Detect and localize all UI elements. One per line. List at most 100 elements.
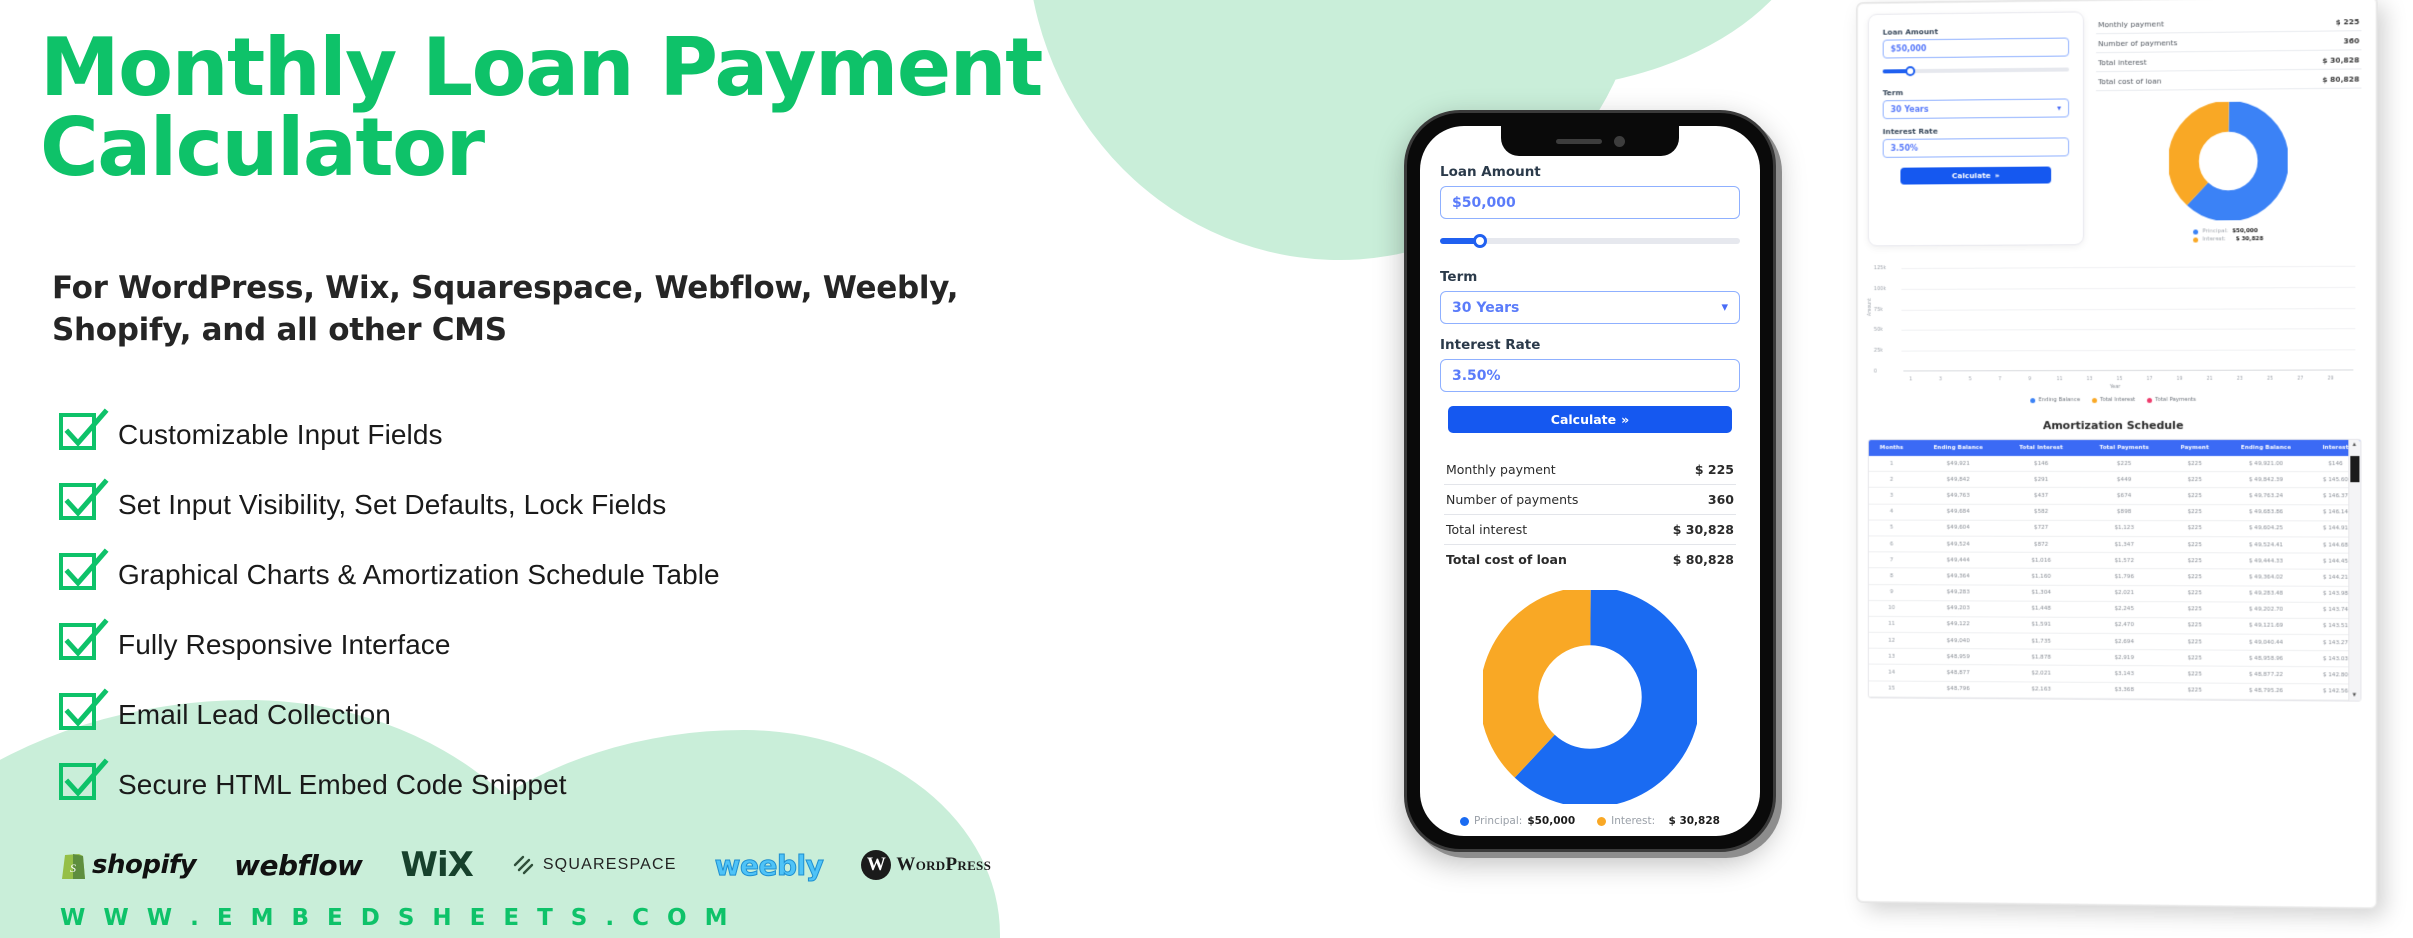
site-url: W W W . E M B E D S H E E T S . C O M: [60, 905, 732, 931]
legend-item-principal: Principal: $50,000: [1460, 815, 1575, 827]
table-cell: $225: [2168, 666, 2221, 683]
donut-chart-svg: [1483, 590, 1697, 804]
bar-chart-xtick-label: [2037, 377, 2052, 382]
slider-knob[interactable]: [1473, 234, 1487, 248]
bar-chart-xtick-label: [2247, 377, 2262, 382]
summary-value: $ 225: [2336, 17, 2360, 26]
loan-breakdown-donut-chart: Principal: $50,000 Interest: $ 30,828: [1440, 590, 1740, 827]
term-selected-value: 30 Years: [1452, 300, 1519, 316]
slider-track[interactable]: [1440, 238, 1740, 244]
calculate-button-label: Calculate: [1551, 412, 1616, 427]
table-cell: $49,364: [1914, 568, 2002, 584]
platform-logo-strip: S shopify webflow WiX SQUARESPACE weebly…: [60, 845, 991, 885]
loan-breakdown-donut-chart: Principal: $50,000 Interest: $ 30,828: [2096, 101, 2361, 245]
bar-chart-xtick-label: [2338, 377, 2353, 382]
table-cell: $225: [2168, 537, 2221, 553]
table-cell: $898: [2080, 504, 2168, 520]
bar-chart-xtick-label: [2127, 377, 2142, 382]
scrollbar-thumb[interactable]: [2350, 456, 2359, 482]
list-item: Email Lead Collection: [58, 680, 1108, 750]
term-select[interactable]: 30 Years ▾: [1883, 98, 2069, 119]
term-select[interactable]: 30 Years ▾: [1440, 291, 1740, 324]
calculate-button-label: Calculate: [1952, 171, 1991, 180]
table-cell: $291: [2002, 472, 2080, 488]
page-title-line-2: Calculator: [40, 101, 484, 194]
table-cell: $2,245: [2080, 601, 2168, 618]
table-cell: $ 49,921.00: [2221, 456, 2310, 472]
table-cell: $48,959: [1914, 649, 2002, 666]
squarespace-logo-label: SQUARESPACE: [543, 856, 677, 874]
table-cell: $1,448: [2002, 601, 2080, 617]
table-cell: $48,877: [1914, 665, 2002, 682]
phone-screen: Loan Amount $50,000 Term 30 Years ▾ Inte…: [1420, 126, 1760, 836]
table-row: Number of payments 360: [1444, 485, 1736, 515]
page-subtitle: For WordPress, Wix, Squarespace, Webflow…: [52, 268, 1122, 352]
calculate-button[interactable]: Calculate »: [1448, 406, 1732, 433]
bar-chart-xtick-label: 17: [2142, 377, 2157, 382]
bar-chart-xtick-label: [1978, 377, 1993, 382]
chevron-down-icon: ▾: [1721, 300, 1728, 315]
table-cell: $ 49,121.69: [2221, 618, 2310, 635]
table-cell: 11: [1869, 616, 1914, 632]
scroll-down-arrow-icon[interactable]: ▼: [2351, 692, 2357, 698]
page-subtitle-line-1: For WordPress, Wix, Squarespace, Webflow…: [52, 270, 958, 306]
table-column-header: Total Payments: [2080, 440, 2168, 456]
table-cell: $2,694: [2080, 633, 2168, 650]
summary-label: Monthly payment: [2098, 19, 2164, 29]
bar-chart-xtick-label: [2157, 377, 2172, 382]
loan-amount-input[interactable]: $50,000: [1883, 38, 2069, 59]
summary-label: Monthly payment: [1446, 462, 1556, 477]
wordpress-logo: W WordPress: [861, 845, 991, 885]
feature-label: Email Lead Collection: [118, 699, 391, 731]
legend-swatch-total-interest: [2092, 398, 2097, 403]
bar-chart-ylabel: Amount: [1868, 298, 1873, 316]
bar-chart-xtick-label: [1918, 377, 1933, 382]
table-cell: $1,123: [2080, 520, 2168, 536]
table-cell: $49,524: [1914, 536, 2002, 552]
checkbox-checked-icon: [58, 692, 104, 738]
table-cell: $2,470: [2080, 617, 2168, 634]
table-cell: $225: [2168, 520, 2221, 536]
hero-content: Monthly Loan Payment Calculator For Word…: [0, 0, 1120, 938]
table-cell: $1,796: [2080, 569, 2168, 585]
legend-label-principal: Principal:: [1474, 815, 1522, 827]
bar-chart-xtick-label: [2308, 377, 2323, 382]
bar-chart-xtick-label: 21: [2202, 377, 2217, 382]
weebly-logo-label: weebly: [715, 849, 824, 882]
legend-value-interest: $ 30,828: [2236, 236, 2264, 242]
table-cell: $225: [2168, 456, 2221, 472]
table-cell: $1,878: [2002, 649, 2080, 666]
bar-chart-plot-area: [1903, 266, 2353, 372]
interest-rate-input[interactable]: 3.50%: [1440, 359, 1740, 392]
loan-amount-label: Loan Amount: [1440, 164, 1740, 180]
slider-track[interactable]: [1883, 67, 2069, 73]
table-cell: $2,021: [2080, 585, 2168, 602]
slider-knob[interactable]: [1905, 66, 1915, 76]
legend-item-interest: Interest: $ 30,828: [1597, 815, 1720, 827]
legend-swatch-principal: [2193, 229, 2198, 234]
table-scrollbar[interactable]: ▲ ▼: [2348, 440, 2360, 701]
webflow-logo-label: webflow: [234, 849, 362, 882]
scroll-up-arrow-icon[interactable]: ▲: [2351, 442, 2357, 448]
legend-value-principal: $50,000: [1527, 815, 1575, 827]
table-row: 7 $49,444 $1,016 $1,572 $225 $ 49,444.33 $ 144…: [1869, 552, 2361, 570]
table-cell: $225: [2168, 601, 2221, 617]
table-cell: $674: [2080, 488, 2168, 504]
calculate-button[interactable]: Calculate »: [1900, 167, 2051, 185]
double-chevron-right-icon: »: [1621, 412, 1629, 427]
table-row: 15 $48,796 $2,163 $3,368 $225 $ 48,795.26 $ 14…: [1869, 681, 2361, 700]
legend-item-ending-balance: Ending Balance: [2030, 397, 2080, 403]
legend-item-interest: Interest: $ 30,828: [2193, 236, 2263, 242]
calculator-form: Loan Amount $50,000 Term 30 Years ▾ Inte…: [1420, 126, 1760, 836]
desktop-calculator-form: Loan Amount $50,000 Term 30 Years ▾ Inte…: [1868, 11, 2084, 246]
table-row: Monthly payment $ 225: [1444, 455, 1736, 485]
bar-chart-xtick-label: 23: [2232, 377, 2247, 382]
squarespace-logo: SQUARESPACE: [511, 845, 677, 885]
legend-label-principal: Principal:: [2202, 228, 2228, 234]
interest-rate-input[interactable]: 3.50%: [1883, 137, 2069, 157]
loan-amount-input[interactable]: $50,000: [1440, 186, 1740, 219]
desktop-results-panel: Monthly payment $ 225 Number of payments…: [2096, 8, 2361, 245]
loan-amount-slider[interactable]: [1440, 230, 1740, 252]
loan-amount-slider[interactable]: [1883, 62, 2069, 78]
loan-amount-label: Loan Amount: [1883, 26, 2069, 37]
